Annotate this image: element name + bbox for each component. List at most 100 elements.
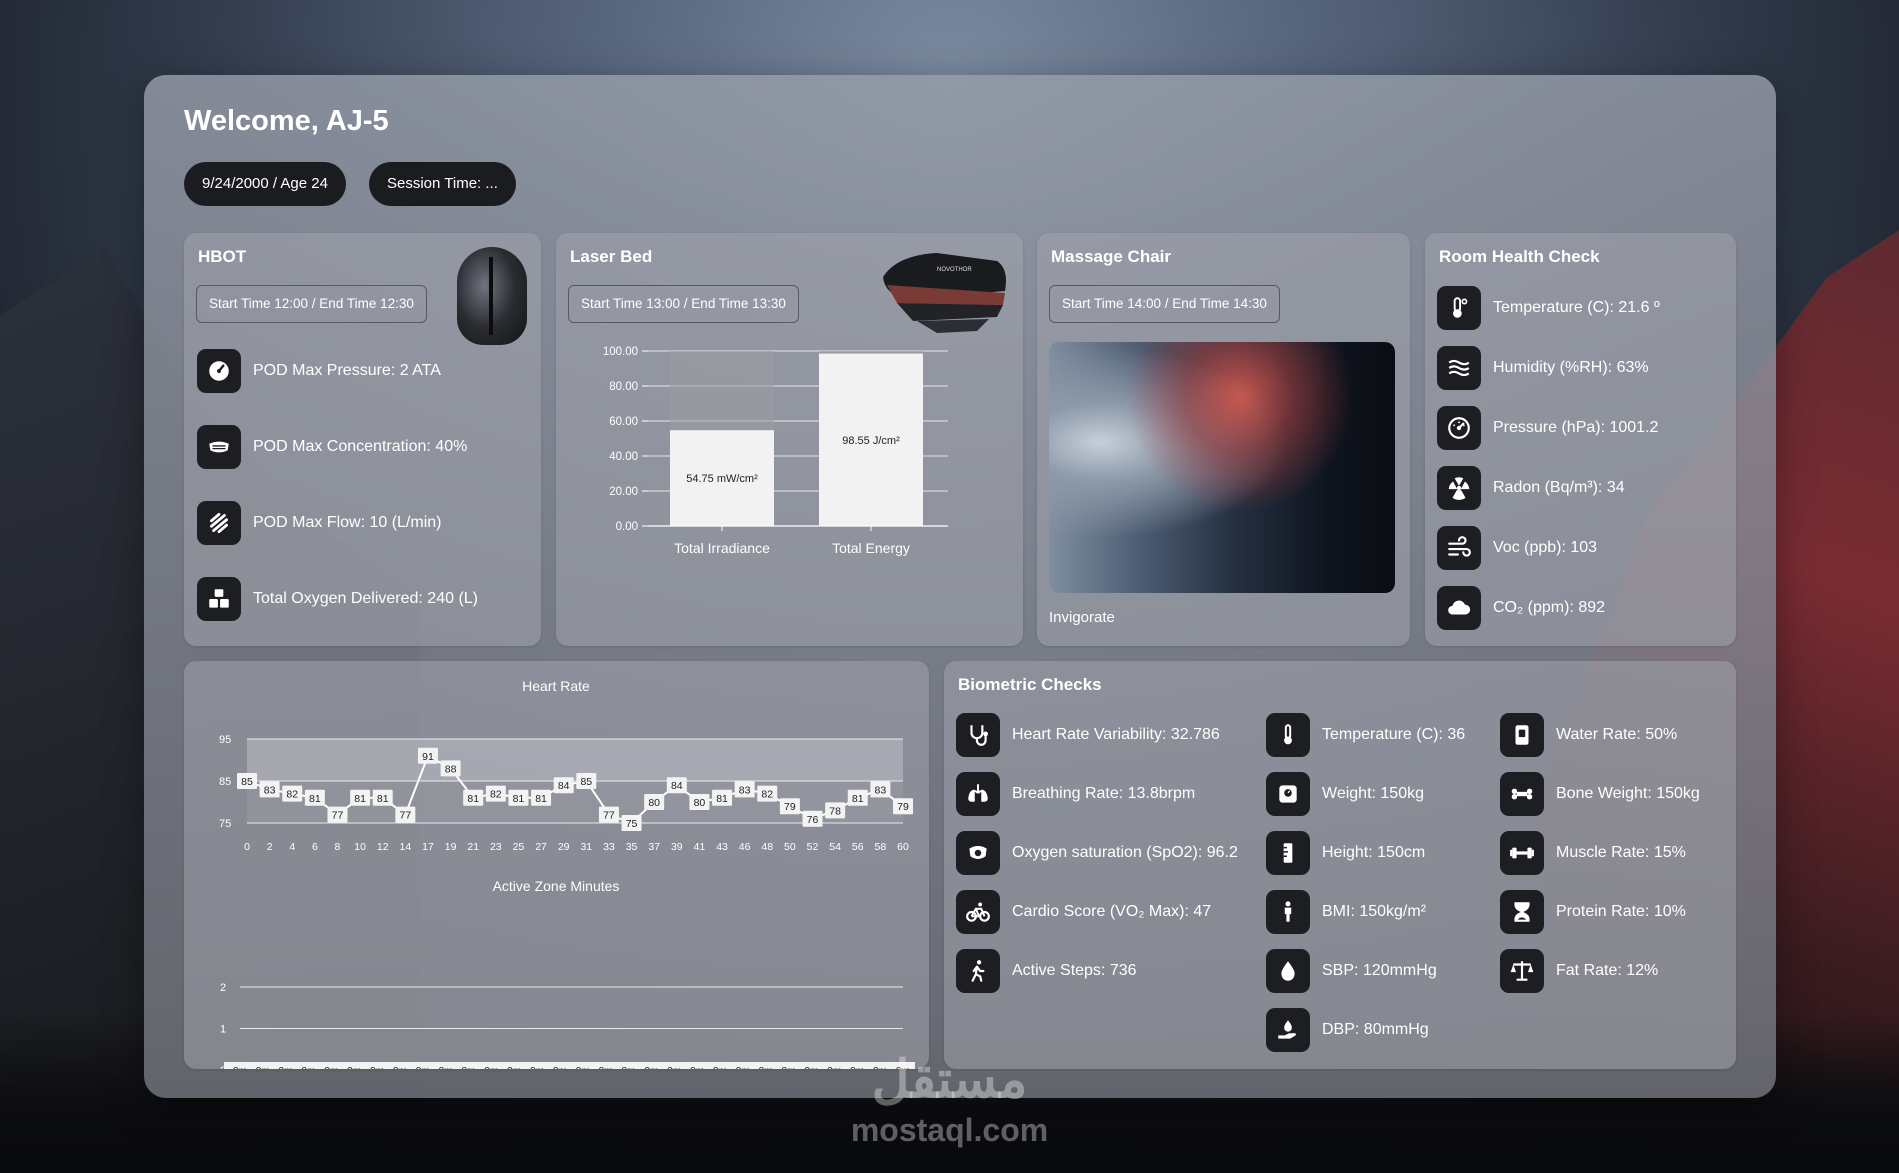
hbot-item: POD Max Pressure: 2 ATA [197, 349, 441, 393]
dashboard-panel: Welcome, AJ-5 9/24/2000 / Age 24 Session… [144, 75, 1776, 1098]
biometric-item: Protein Rate: 10% [1500, 890, 1686, 934]
massage-program-label: Invigorate [1049, 609, 1115, 626]
cloud-icon [1437, 586, 1481, 630]
room-item: Humidity (%RH): 63% [1437, 346, 1649, 390]
biometric-card: Biometric Checks Heart Rate Variability:… [944, 661, 1736, 1069]
heart-rate-x-tick-label: 37 [648, 841, 660, 853]
azm-y-tick-label: 2 [220, 982, 226, 994]
biometric-item-label: Fat Rate: 12% [1556, 962, 1659, 979]
walking-icon [956, 949, 1000, 993]
biometric-item-label: Cardio Score (VO₂ Max): 47 [1012, 903, 1212, 920]
heart-rate-x-tick-label: 10 [354, 841, 366, 853]
laser-x-label: Total Energy [832, 540, 910, 556]
laser-bed-image: NOVOTHOR [883, 253, 1006, 333]
laser-bar-value-label: 98.55 J/cm² [842, 435, 900, 447]
pressure-gauge-icon [1437, 406, 1481, 450]
biometric-item: Oxygen saturation (SpO2): 96.2 [956, 831, 1238, 875]
hourglass-icon [1500, 890, 1544, 934]
biometric-item-label: Temperature (C): 36 [1322, 726, 1466, 743]
heart-rate-x-tick-label: 33 [603, 841, 615, 853]
person-icon [1266, 890, 1310, 934]
gauge-icon [197, 349, 241, 393]
heart-rate-point-label: 91 [422, 751, 434, 763]
biometric-item: BMI: 150kg/m² [1266, 890, 1426, 934]
biometric-item-label: Water Rate: 50% [1556, 726, 1678, 743]
biometric-item-label: Weight: 150kg [1322, 785, 1424, 802]
hbot-time: Start Time 12:00 / End Time 12:30 [196, 285, 427, 323]
drop-icon [1266, 949, 1310, 993]
heart-rate-point-label: 88 [445, 763, 457, 775]
laser-title: Laser Bed [570, 247, 653, 266]
laser-time: Start Time 13:00 / End Time 13:30 [568, 285, 799, 323]
hbot-item-label: POD Max Concentration: 40% [253, 438, 468, 455]
biometric-item: Breathing Rate: 13.8brpm [956, 772, 1195, 816]
heart-rate-x-tick-label: 12 [377, 841, 389, 853]
ruler-icon [1266, 831, 1310, 875]
heart-rate-x-tick-label: 46 [739, 841, 751, 853]
heart-rate-point-label: 80 [694, 797, 706, 809]
biometric-item-label: Breathing Rate: 13.8brpm [1012, 785, 1196, 802]
heart-rate-point-label: 79 [897, 801, 909, 813]
room-item-label: CO₂ (ppm): 892 [1493, 599, 1606, 616]
azm-title: Active Zone Minutes [493, 878, 620, 894]
hand-drop-icon [1266, 1008, 1310, 1052]
heart-rate-point-label: 82 [761, 789, 773, 801]
cubes-icon [197, 577, 241, 621]
biometric-item-label: SBP: 120mmHg [1322, 962, 1437, 979]
heart-rate-x-tick-label: 21 [467, 841, 479, 853]
biometric-item: Temperature (C): 36 [1266, 713, 1465, 757]
laser-logo: NOVOTHOR [937, 267, 972, 273]
laser-y-tick-label: 100.00 [603, 346, 638, 358]
heart-rate-point-label: 85 [580, 776, 592, 788]
lungs-icon [956, 772, 1000, 816]
heart-rate-point-label: 80 [648, 797, 660, 809]
laser-y-tick-label: 40.00 [609, 451, 638, 463]
active-zone-minutes-chart: Active Zone Minutes0120m0m0m0m0m0m0m0m0m… [220, 878, 915, 1069]
laser-bar-value-label: 54.75 mW/cm² [686, 473, 758, 485]
heart-rate-y-tick-label: 85 [219, 776, 231, 788]
dumbbell-icon [1500, 831, 1544, 875]
heart-rate-point-label: 77 [400, 810, 412, 822]
watermark-arabic: مستقل [871, 1051, 1028, 1109]
biometric-item: Heart Rate Variability: 32.786 [956, 713, 1220, 757]
room-item: Radon (Bq/m³): 34 [1437, 466, 1625, 510]
heart-rate-x-tick-label: 48 [761, 841, 773, 853]
heart-rate-point-label: 81 [309, 793, 321, 805]
heart-rate-point-label: 81 [535, 793, 547, 805]
biometric-item: Height: 150cm [1266, 831, 1425, 875]
heart-rate-x-tick-label: 50 [784, 841, 796, 853]
biometric-item: Bone Weight: 150kg [1500, 772, 1700, 816]
humidity-icon [1437, 346, 1481, 390]
heart-rate-x-tick-label: 0 [244, 841, 250, 853]
hbot-item: POD Max Flow: 10 (L/min) [197, 501, 441, 545]
heart-rate-point-label: 81 [467, 793, 479, 805]
heart-rate-point-label: 81 [377, 793, 389, 805]
heart-rate-point-label: 81 [354, 793, 366, 805]
dob-age-chip[interactable]: 9/24/2000 / Age 24 [184, 162, 346, 206]
massage-image [1049, 342, 1395, 593]
thermometer-icon [1266, 713, 1310, 757]
heart-rate-x-tick-label: 41 [694, 841, 706, 853]
heart-rate-point-label: 83 [264, 784, 276, 796]
heart-rate-x-tick-label: 58 [875, 841, 887, 853]
massage-time: Start Time 14:00 / End Time 14:30 [1049, 285, 1280, 323]
biometric-item-label: BMI: 150kg/m² [1322, 903, 1427, 920]
heart-rate-chart: Heart Rate7585958583 82 817781 8177918881 82… [219, 678, 913, 853]
heart-rate-x-tick-label: 60 [897, 841, 909, 853]
biometric-item-label: Bone Weight: 150kg [1556, 785, 1700, 802]
heart-rate-x-tick-label: 8 [335, 841, 341, 853]
bicycle-icon [956, 890, 1000, 934]
watermark-latin: mostaql.com [850, 1112, 1049, 1148]
heart-rate-point-label: 76 [807, 814, 819, 826]
room-item-label: Temperature (C): 21.6 º [1493, 299, 1660, 316]
charts-card: Heart Rate 75 85 95 85 83 82 81 77 81 81 77 91 88 81 82… [184, 661, 929, 1069]
heart-rate-point-label: 81 [716, 793, 728, 805]
heart-rate-point-label: 78 [829, 805, 841, 817]
biometric-item-label: Heart Rate Variability: 32.786 [1012, 726, 1220, 743]
session-time-chip[interactable]: Session Time: ... [369, 162, 516, 206]
heart-rate-x-tick-label: 25 [513, 841, 525, 853]
heart-rate-point-label: 77 [603, 810, 615, 822]
heart-rate-y-tick-label: 75 [219, 818, 231, 830]
biometric-item-label: Muscle Rate: 15% [1556, 844, 1686, 861]
laser-bar-chart: 0.00 20.00 40.00 60.00 80.00 100.00 54.75 mW/c… [603, 346, 948, 556]
